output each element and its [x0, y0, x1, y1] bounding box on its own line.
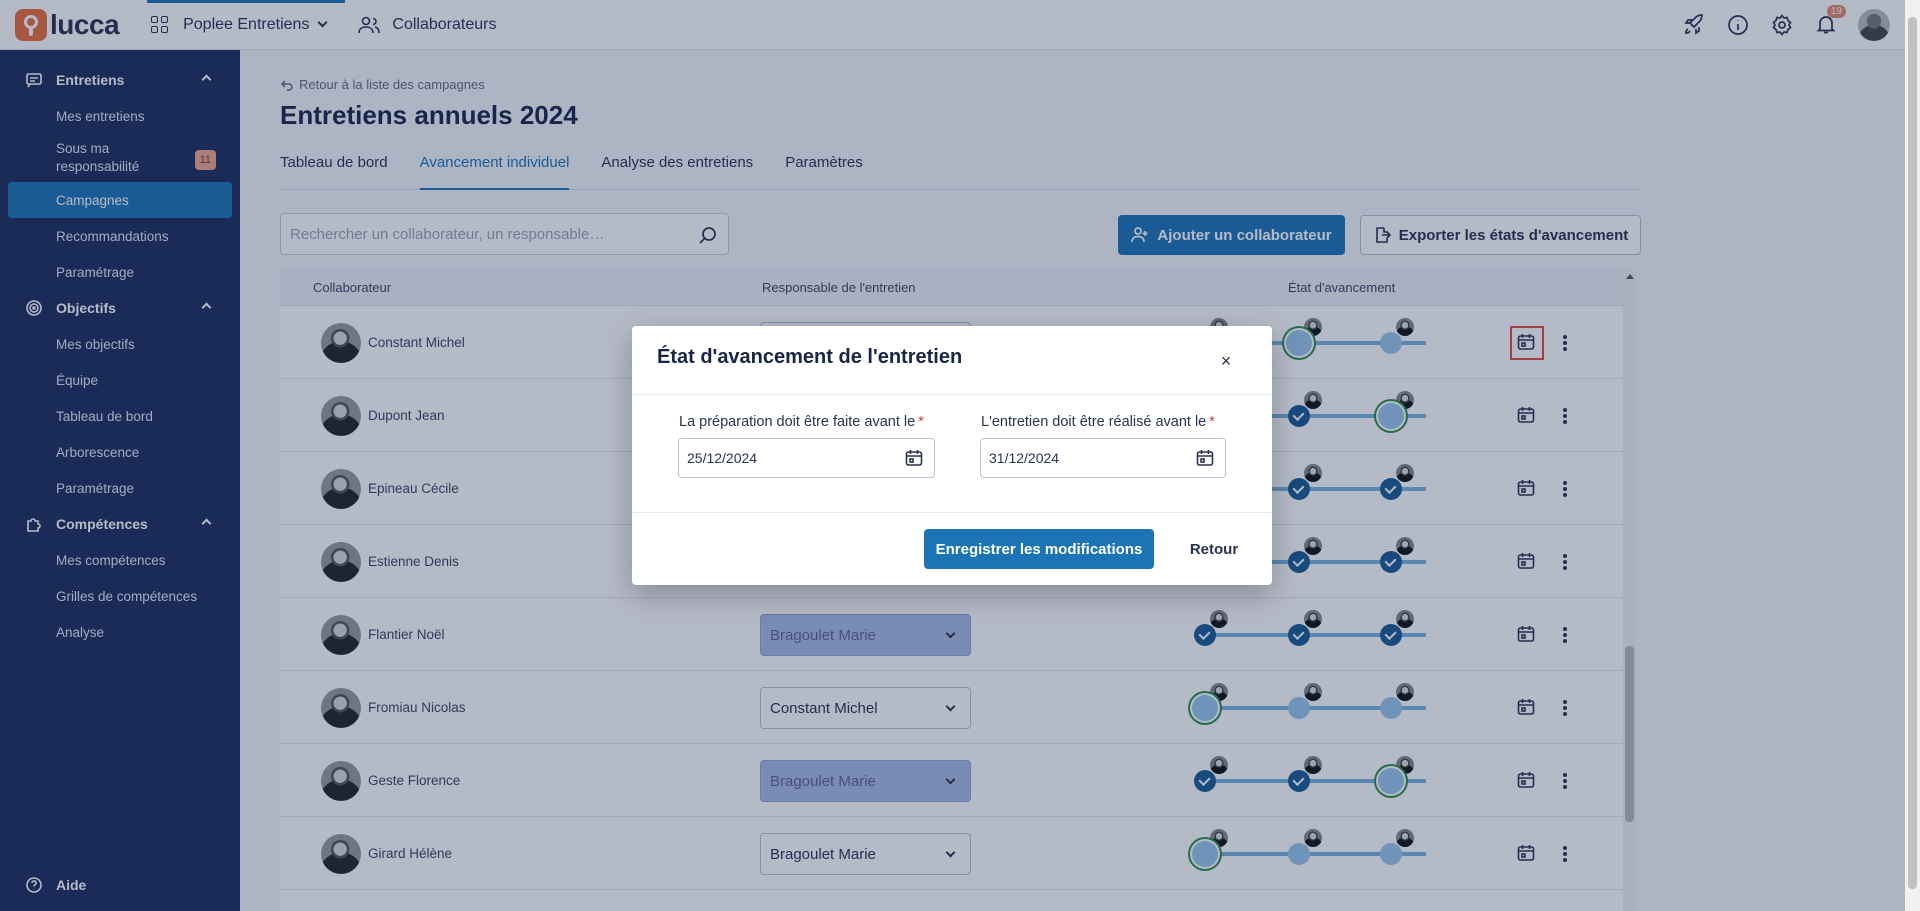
required-mark: *	[918, 414, 924, 430]
dialog-divider	[632, 394, 1272, 395]
calendar-icon[interactable]	[1195, 448, 1215, 468]
save-changes-button[interactable]: Enregistrer les modifications	[924, 529, 1154, 569]
dialog-title: État d'avancement de l'entretien	[657, 346, 963, 368]
preparation-date-label-text: La préparation doit être faite avant le	[679, 414, 916, 430]
back-button[interactable]: Retour	[1179, 529, 1249, 569]
preparation-date-input[interactable]: 25/12/2024	[678, 438, 935, 478]
window-scrollbar[interactable]	[1905, 0, 1920, 911]
interview-date-input[interactable]: 31/12/2024	[980, 438, 1226, 478]
preparation-date-value: 25/12/2024	[687, 450, 758, 466]
calendar-icon[interactable]	[904, 448, 924, 468]
dialog-divider	[632, 512, 1272, 513]
required-mark: *	[1209, 414, 1215, 430]
progress-dates-dialog: État d'avancement de l'entretien × La pr…	[632, 326, 1272, 585]
interview-date-label-text: L'entretien doit être réalisé avant le	[981, 414, 1207, 430]
close-icon[interactable]: ×	[1217, 352, 1235, 370]
preparation-date-label: La préparation doit être faite avant le *	[679, 414, 924, 430]
interview-date-value: 31/12/2024	[989, 450, 1060, 466]
interview-date-label: L'entretien doit être réalisé avant le *	[981, 414, 1215, 430]
window-scrollbar-thumb[interactable]	[1908, 17, 1917, 889]
